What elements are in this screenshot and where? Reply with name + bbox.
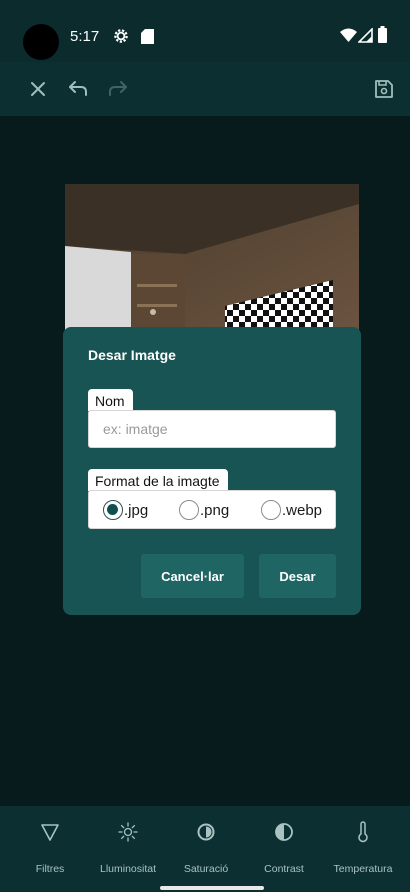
format-option-label: .webp	[282, 501, 323, 519]
name-input[interactable]	[88, 410, 336, 448]
status-time: 5:17	[70, 28, 100, 45]
save-image-dialog: Desar Imatge Nom Format de la imagte .jp…	[63, 327, 361, 615]
contrast-icon	[275, 823, 293, 841]
radio-unchecked-icon[interactable]	[261, 500, 281, 520]
format-option-webp[interactable]: .webp	[261, 500, 322, 520]
nav-label: Lluminositat	[99, 863, 157, 875]
radio-unchecked-icon[interactable]	[179, 500, 199, 520]
settings-icon	[114, 29, 128, 43]
format-label: Format de la imagte	[88, 469, 228, 491]
filter-icon	[41, 824, 59, 841]
nav-label: Contrast	[264, 863, 304, 875]
sd-card-icon	[141, 29, 154, 44]
radio-checked-icon[interactable]	[103, 500, 123, 520]
format-option-jpg[interactable]: .jpg	[103, 500, 148, 520]
home-indicator[interactable]	[160, 886, 264, 890]
adjustments-bottom-nav: Filtres Lluminositat Saturació Contrast …	[0, 806, 410, 892]
name-label: Nom	[88, 389, 133, 411]
dialog-title: Desar Imatge	[88, 347, 176, 363]
redo-icon[interactable]	[106, 77, 130, 101]
nav-label: Saturació	[183, 863, 229, 875]
photo-content	[65, 184, 359, 334]
nav-item-saturacio[interactable]: Saturació	[174, 806, 238, 892]
nav-item-filtres[interactable]: Filtres	[18, 806, 82, 892]
format-option-png[interactable]: .png	[179, 500, 229, 520]
save-button[interactable]: Desar	[259, 554, 336, 598]
thermometer-icon	[358, 821, 368, 843]
signal-icon	[358, 28, 373, 43]
brightness-icon	[118, 822, 138, 842]
undo-icon[interactable]	[66, 77, 90, 101]
saturation-icon	[197, 823, 215, 841]
edited-photo[interactable]	[65, 184, 359, 334]
nav-label: Filtres	[35, 863, 65, 875]
wifi-icon	[340, 28, 357, 42]
format-radio-group: .jpg .png .webp	[88, 490, 336, 529]
editor-toolbar	[0, 62, 410, 116]
cancel-button[interactable]: Cancel·lar	[141, 554, 244, 598]
battery-icon	[378, 26, 387, 43]
close-icon[interactable]	[26, 77, 50, 101]
format-option-label: .jpg	[124, 501, 149, 519]
nav-label: Temperatura	[333, 863, 393, 875]
status-bar: 5:17	[0, 0, 410, 62]
camera-cutout	[23, 24, 59, 60]
nav-item-lluminositat[interactable]: Lluminositat	[88, 806, 168, 892]
format-option-label: .png	[200, 501, 230, 519]
nav-item-contrast[interactable]: Contrast	[252, 806, 316, 892]
save-icon[interactable]	[372, 77, 396, 101]
nav-item-temperatura[interactable]: Temperatura	[322, 806, 404, 892]
